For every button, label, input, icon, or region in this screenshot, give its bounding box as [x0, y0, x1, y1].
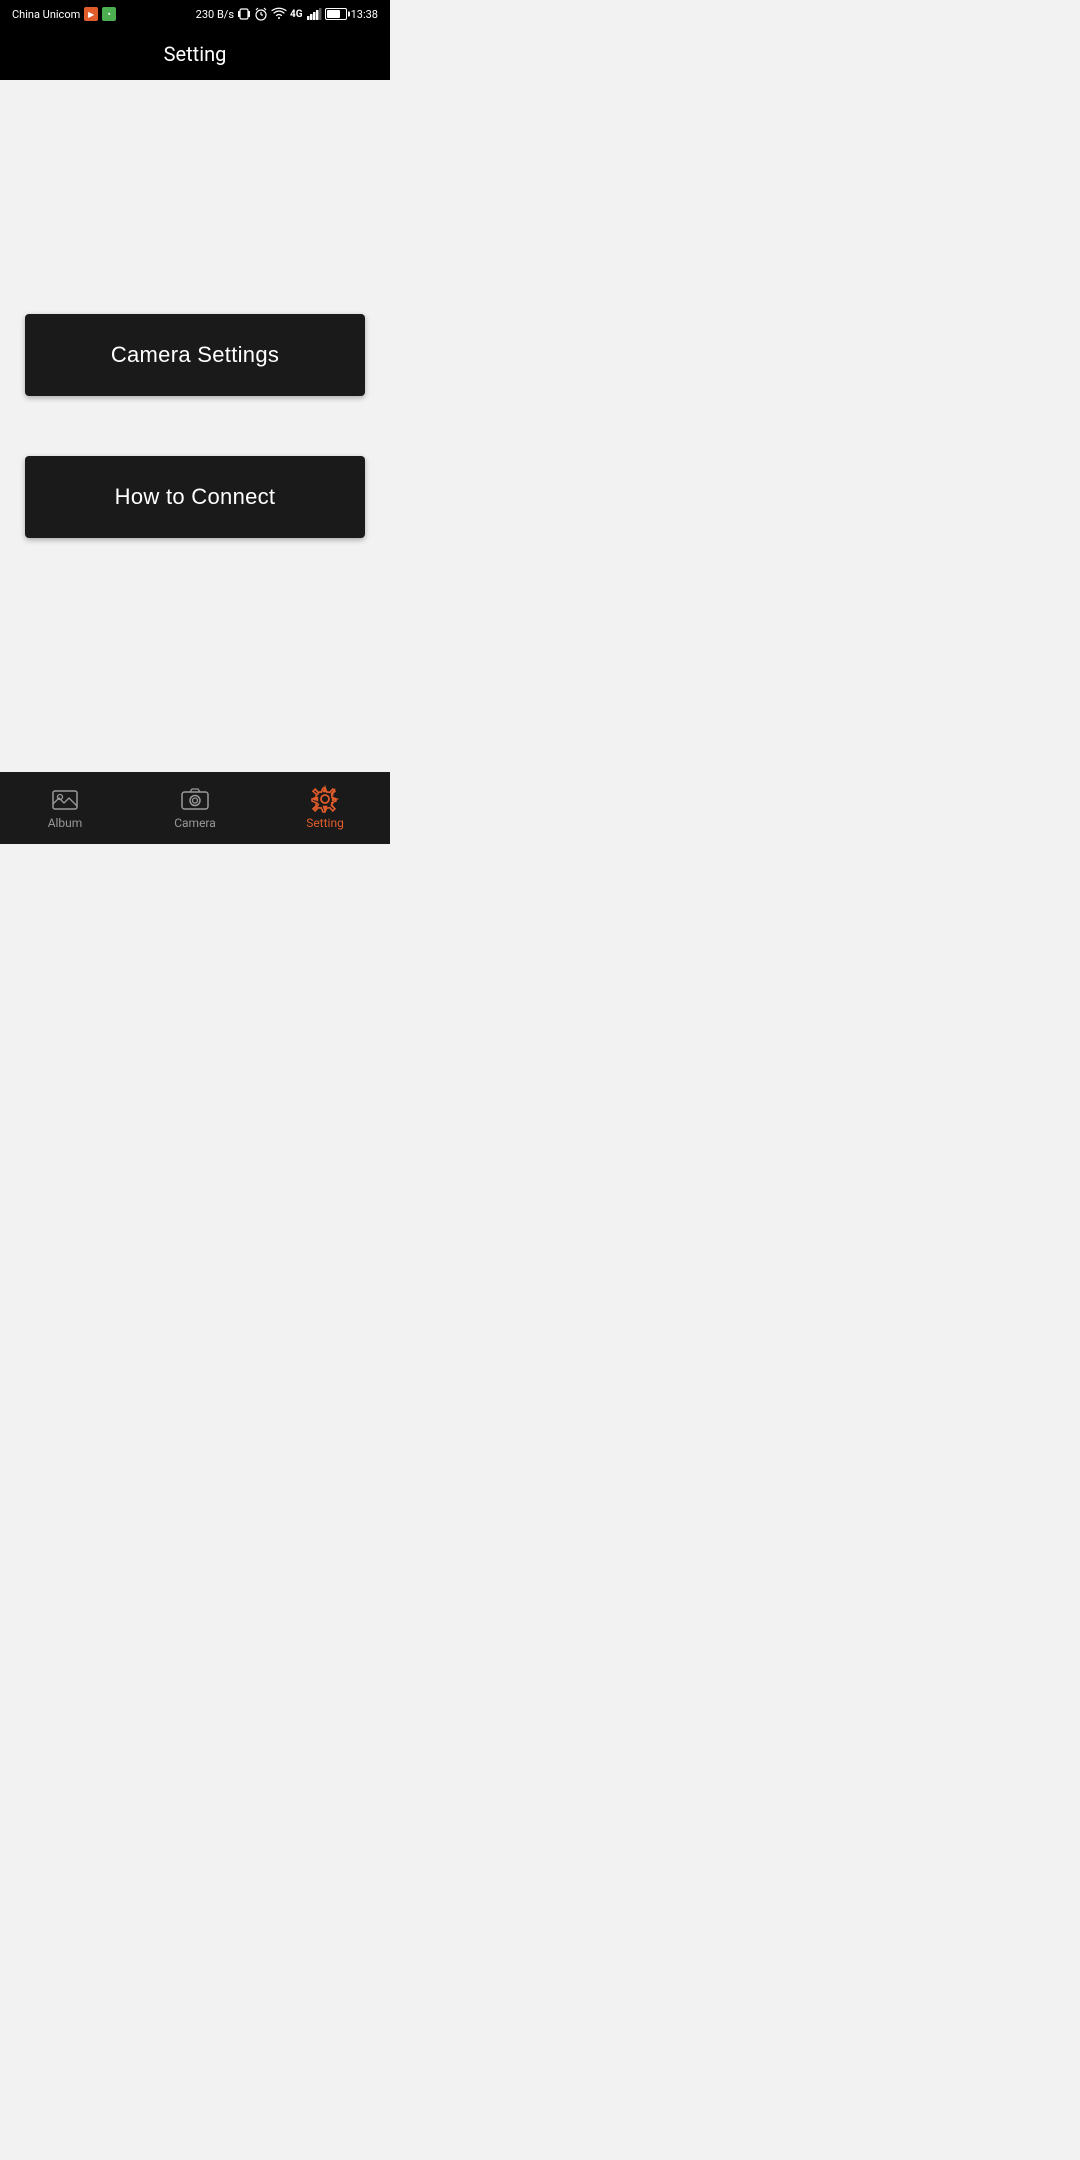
nav-label-album: Album — [48, 816, 83, 830]
signal-icon — [307, 8, 321, 20]
wifi-icon — [272, 8, 286, 20]
vibrate-icon — [238, 7, 250, 21]
album-icon — [52, 786, 78, 812]
page-header: Setting — [0, 28, 390, 80]
time: 13:38 — [351, 8, 378, 21]
how-to-connect-button[interactable]: How to Connect — [25, 456, 365, 538]
nav-label-setting: Setting — [306, 816, 344, 830]
nav-tab-camera[interactable]: Camera — [130, 786, 260, 830]
nav-label-camera: Camera — [174, 816, 216, 830]
carrier-icon-2: ▪ — [102, 7, 116, 21]
carrier-name: China Unicom — [12, 8, 80, 21]
page-title: Setting — [164, 42, 227, 66]
battery-icon — [325, 8, 347, 20]
main-content: Camera Settings How to Connect — [0, 80, 390, 772]
nav-tab-setting[interactable]: Setting — [260, 786, 390, 830]
bottom-nav: Album Camera — [0, 772, 390, 844]
alarm-icon — [254, 7, 268, 21]
battery-fill — [327, 10, 341, 18]
camera-settings-button[interactable]: Camera Settings — [25, 314, 365, 396]
network-type: 4G — [290, 9, 303, 20]
camera-icon — [182, 786, 208, 812]
setting-icon — [312, 786, 338, 812]
nav-tab-album[interactable]: Album — [0, 786, 130, 830]
carrier-icon-1: ▶ — [84, 7, 98, 21]
status-bar: China Unicom ▶ ▪ 230 B/s 4G — [0, 0, 390, 28]
status-left: China Unicom ▶ ▪ — [12, 7, 116, 21]
network-speed: 230 B/s — [196, 8, 234, 21]
status-right: 230 B/s 4G — [196, 7, 378, 21]
